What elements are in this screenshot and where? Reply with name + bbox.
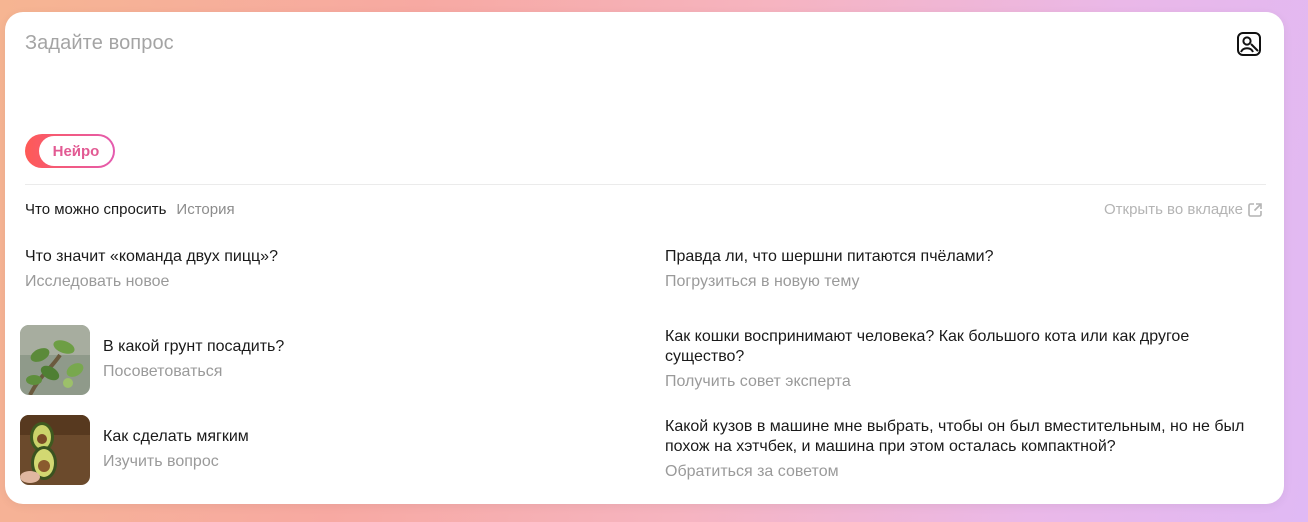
suggestion-subtitle: Получить совет эксперта — [665, 373, 851, 390]
external-link-icon — [1248, 202, 1262, 217]
suggestion-item[interactable]: Какой кузов в машине мне выбрать, чтобы … — [665, 417, 1244, 482]
suggestion-item[interactable]: В какой грунт посадить? Посоветоваться — [103, 337, 284, 382]
suggestion-question-line2: существо? — [665, 348, 745, 365]
image-search-button[interactable] — [1236, 31, 1262, 57]
suggestion-question: Как сделать мягким — [103, 428, 249, 445]
suggestion-question: Правда ли, что шершни питаются пчёлами? — [665, 248, 994, 265]
suggestion-subtitle: Погрузиться в новую тему — [665, 273, 860, 290]
suggestion-question-line1: Какой кузов в машине мне выбрать, чтобы … — [665, 418, 1245, 435]
suggestion-tabs: Что можно спросить История — [25, 201, 235, 218]
tab-history[interactable]: История — [176, 201, 234, 218]
plant-thumbnail[interactable] — [20, 325, 90, 395]
search-card: Задайте вопрос Нейро Что можно спросить … — [5, 12, 1284, 504]
image-search-icon — [1237, 32, 1261, 56]
suggestion-subtitle: Посоветоваться — [103, 363, 223, 380]
suggestion-question-line2: похож на хэтчбек, и машина при этом оста… — [665, 438, 1116, 455]
neuro-toggle[interactable]: Нейро — [25, 134, 115, 168]
suggestion-subtitle: Исследовать новое — [25, 273, 170, 290]
suggestion-item[interactable]: Как сделать мягким Изучить вопрос — [103, 427, 249, 472]
suggestion-subtitle: Обратиться за советом — [665, 463, 839, 480]
tab-what-to-ask[interactable]: Что можно спросить — [25, 201, 166, 218]
suggestion-question: Что значит «команда двух пицц»? — [25, 248, 278, 265]
suggestion-subtitle: Изучить вопрос — [103, 453, 219, 470]
suggestion-item[interactable]: Что значит «команда двух пицц»? Исследов… — [25, 247, 278, 292]
open-in-tab-label: Открыть во вкладке — [1103, 201, 1243, 218]
search-input[interactable]: Задайте вопрос — [25, 32, 174, 55]
neuro-toggle-label: Нейро — [39, 136, 113, 166]
suggestion-item[interactable]: Правда ли, что шершни питаются пчёлами? … — [665, 247, 994, 292]
open-in-tab-link[interactable]: Открыть во вкладке — [1104, 201, 1263, 218]
suggestion-question-line1: Как кошки воспринимают человека? Как бол… — [665, 328, 1190, 345]
divider — [25, 184, 1266, 185]
suggestion-question: В какой грунт посадить? — [103, 338, 285, 355]
avocado-thumbnail[interactable] — [20, 415, 90, 485]
suggestion-item[interactable]: Как кошки воспринимают человека? Как бол… — [665, 327, 1189, 392]
